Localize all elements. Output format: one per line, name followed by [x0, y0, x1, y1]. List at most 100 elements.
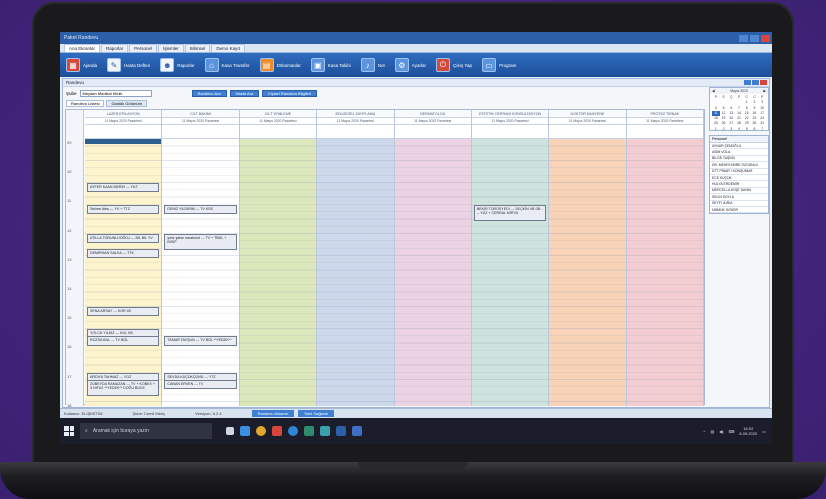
column-allday[interactable] [162, 125, 239, 139]
mini-calendar-day[interactable] [720, 100, 728, 105]
appointment[interactable]: TAMAR TAVŞUN --- TV BÖL **YEDEK** [164, 336, 237, 346]
column-allday[interactable] [394, 125, 471, 139]
mini-calendar-day[interactable]: 26 [720, 121, 728, 126]
column-body[interactable] [162, 139, 239, 406]
mini-calendar-day[interactable]: 8 [743, 106, 751, 111]
ribbon-button[interactable]: ⌂ Kasa Transfer [204, 58, 256, 72]
column-body[interactable] [239, 139, 317, 406]
mini-calendar-day[interactable]: 25 [712, 121, 720, 126]
ribbon-button[interactable]: ▭ Program [482, 58, 522, 72]
menu-tab[interactable]: Demo Kayıt [211, 44, 245, 52]
column-allday[interactable] [85, 125, 162, 139]
mini-calendar-day[interactable]: 30 [751, 121, 759, 126]
volume-icon[interactable]: ◀) [719, 429, 723, 434]
network-icon[interactable]: ▤ [710, 429, 714, 434]
column-allday[interactable] [626, 125, 703, 139]
pane-close-button[interactable] [760, 80, 767, 85]
menu-tab[interactable]: Raporlar [101, 44, 129, 52]
mini-calendar-day[interactable]: 23 [751, 116, 759, 121]
column-allday[interactable] [239, 125, 317, 139]
appointment[interactable]: Selime Ateş --- YV + TTZ [87, 204, 160, 215]
taskbar-search[interactable]: ⌕ Aramak için buraya yazın [80, 423, 212, 439]
mini-calendar-day[interactable]: 4 [712, 106, 720, 111]
column-allday[interactable] [317, 125, 394, 139]
mini-calendar-day[interactable]: 22 [743, 116, 751, 121]
appointment[interactable]: DEMİRHAN SALKA --- TTK [87, 248, 160, 258]
menu-tab[interactable]: Bilimsel [184, 44, 211, 52]
app-icon-blue[interactable] [336, 426, 346, 436]
mini-calendar-day[interactable]: 27 [727, 121, 735, 126]
windows-start-icon[interactable] [64, 426, 74, 436]
mini-calendar-day[interactable]: 21 [735, 116, 743, 121]
mini-calendar-day[interactable]: 1 [712, 127, 720, 132]
appointment[interactable]: yeliz şahin karabulut --- TV + TBDL + Bİ… [164, 233, 237, 250]
mini-calendar-day[interactable]: 29 [743, 121, 751, 126]
status-transfer-button[interactable]: Randevu Aktarım [251, 410, 295, 417]
mini-calendar-day[interactable]: 14 [735, 111, 743, 116]
search-patient-button[interactable]: Hasta Ara [229, 89, 260, 97]
column-header[interactable]: CİLT YENİLEME [239, 110, 317, 118]
column-header[interactable]: DERMATOLOJİ [394, 110, 471, 118]
menu-tab[interactable]: Ana Ekranlar [64, 44, 101, 52]
mini-calendar-day[interactable]: 3 [758, 100, 766, 105]
task-view-icon[interactable] [226, 427, 234, 435]
ribbon-button[interactable]: ▤ Dökümanlar [259, 58, 307, 72]
mini-calendar-day[interactable]: 17 [758, 111, 766, 116]
mini-calendar-day[interactable]: 16 [751, 111, 759, 116]
mini-calendar-day[interactable]: 2 [720, 127, 728, 132]
column-body[interactable] [394, 139, 471, 406]
mini-calendar-day[interactable]: 31 [758, 121, 766, 126]
tray-arrow-icon[interactable]: ^ [704, 429, 706, 434]
menu-tab[interactable]: İşlemler [158, 44, 184, 52]
chrome-icon[interactable] [256, 426, 266, 436]
mini-calendar-day[interactable] [735, 100, 743, 105]
pane-maximize-button[interactable] [752, 80, 759, 85]
column-header[interactable]: BÖLGESEL ZAYIFLAMA [317, 110, 394, 118]
mini-calendar-day[interactable]: 6 [727, 106, 735, 111]
mini-calendar-day[interactable]: 2 [751, 100, 759, 105]
minimize-button[interactable] [739, 34, 748, 42]
column-header[interactable]: LAZER EPİLASYON [85, 110, 162, 118]
prev-month-button[interactable]: ◀ [712, 89, 715, 93]
notification-icon[interactable]: ▭ [762, 429, 766, 434]
mini-calendar-day[interactable]: 20 [727, 116, 735, 121]
column-header[interactable]: DOKTOR MUAYENE [549, 110, 626, 118]
mini-calendar-day[interactable]: 4 [735, 127, 743, 132]
column-body[interactable] [471, 139, 549, 406]
ribbon-button[interactable]: ☻ Raporlar [160, 58, 200, 72]
appointment[interactable]: BEKİR TOROSYEDİ --- SEÇKİN VB DB --- YÜZ… [473, 204, 547, 221]
mini-calendar-day[interactable]: 9 [751, 106, 759, 111]
tray-clock[interactable]: 16:02 8.05.2020 [739, 426, 757, 436]
column-allday[interactable] [549, 125, 626, 139]
column-header[interactable]: PROTEZ TIRNAK [626, 110, 703, 118]
tab-daily-view[interactable]: Günlük Görünüm [106, 100, 147, 107]
mini-calendar-day[interactable]: 24 [758, 116, 766, 121]
ribbon-button[interactable]: ✎ Hasta Defteri [107, 58, 156, 72]
mini-calendar-day[interactable]: 12 [720, 111, 728, 116]
mini-calendar-day[interactable]: 5 [743, 127, 751, 132]
mini-calendar-day[interactable]: 15 [743, 111, 751, 116]
app-icon-green[interactable] [304, 426, 314, 436]
column-header[interactable]: CİLT BAKIMI [162, 110, 239, 118]
mini-calendar-day[interactable]: 19 [720, 116, 728, 121]
mini-calendar-day[interactable]: 7 [758, 127, 766, 132]
mini-calendar-day[interactable] [712, 100, 720, 105]
column-body[interactable] [626, 139, 703, 406]
mini-calendar-day[interactable]: 6 [751, 127, 759, 132]
keyboard-icon[interactable]: ⌨ [729, 429, 735, 434]
appointment[interactable]: AYFER KAAN MERİH --- YILT [87, 182, 160, 193]
appointment[interactable]: DENİZ YILDIRIM --- TV KSE [164, 204, 237, 215]
column-body[interactable] [85, 139, 162, 406]
column-allday[interactable] [471, 125, 549, 139]
appointment[interactable]: ATİLLA TORUNLUOĞLU --- BİL BİL YV [87, 233, 160, 244]
tab-appointment-list[interactable]: Randevu Listesi [66, 100, 105, 107]
personnel-item[interactable]: ÜMMÜK GÖKER [710, 207, 768, 214]
close-button[interactable] [761, 34, 770, 42]
menu-tab[interactable]: Personel [129, 44, 158, 52]
mini-calendar-day[interactable]: 28 [735, 121, 743, 126]
explorer-icon[interactable] [272, 426, 282, 436]
personal-info-button[interactable]: Kişisel Randevu Bilgileri [262, 89, 317, 97]
edge-icon[interactable] [288, 426, 298, 436]
pane-minimize-button[interactable] [744, 80, 751, 85]
mini-calendar-day[interactable]: 18 [712, 116, 720, 121]
